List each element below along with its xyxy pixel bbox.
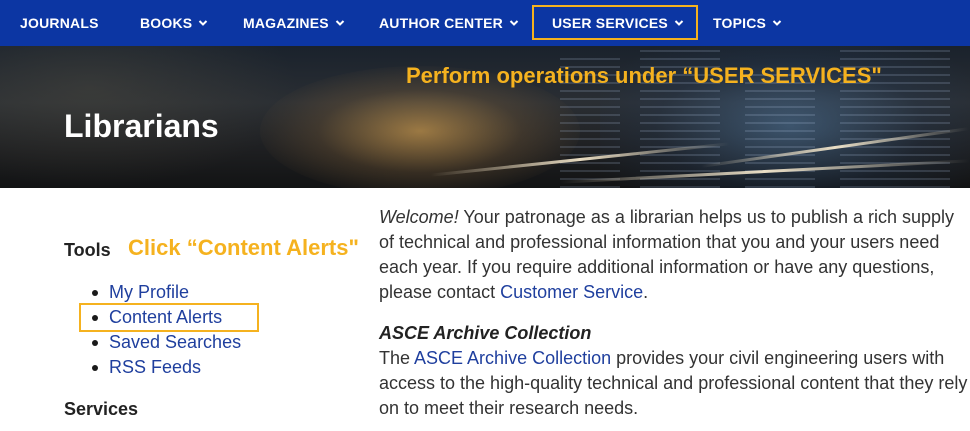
services-heading: Services [64, 399, 139, 419]
bullet-icon [92, 340, 98, 346]
tools-list: My Profile Content Alerts Saved Searches… [92, 282, 241, 382]
welcome-text: Welcome! [379, 207, 459, 227]
click-instruction-annotation: Click “Content Alerts" [128, 235, 359, 260]
bullet-icon [92, 290, 98, 296]
chevron-down-icon [335, 18, 345, 28]
nav-magazines-label: MAGAZINES [243, 15, 329, 31]
intro-paragraph: Welcome! Your patronage as a librarian h… [379, 205, 970, 305]
nav-author-center[interactable]: AUTHOR CENTER [379, 0, 519, 46]
customer-service-link[interactable]: Customer Service [500, 282, 643, 302]
nav-topics[interactable]: TOPICS [713, 0, 782, 46]
tool-saved-searches-label: Saved Searches [109, 332, 242, 352]
chevron-down-icon [198, 18, 208, 28]
tools-heading: Tools [64, 240, 111, 260]
archive-paragraph: The ASCE Archive Collection provides you… [379, 346, 970, 421]
main-content: Welcome! Your patronage as a librarian h… [379, 205, 970, 421]
nav-books[interactable]: BOOKS [140, 0, 208, 46]
tool-rss-feeds-label: RSS Feeds [109, 357, 202, 377]
tool-rss-feeds[interactable]: RSS Feeds [92, 357, 241, 382]
top-nav-bar: JOURNALS BOOKS MAGAZINES AUTHOR CENTER U… [0, 0, 970, 46]
chevron-down-icon [772, 18, 782, 28]
nav-journals[interactable]: JOURNALS [20, 0, 99, 46]
tool-my-profile-label: My Profile [109, 282, 190, 302]
archive-pre: The [379, 348, 415, 368]
content-alerts-highlight-box [79, 303, 259, 332]
intro-text: Your patronage as a librarian helps us t… [379, 207, 955, 302]
archive-collection-link[interactable]: ASCE Archive Collection [414, 348, 611, 368]
user-services-highlight-box [532, 5, 698, 40]
chevron-down-icon [509, 18, 519, 28]
bullet-icon [92, 365, 98, 371]
tool-saved-searches[interactable]: Saved Searches [92, 332, 241, 357]
instruction-annotation: Perform operations under “USER SERVICES" [406, 63, 882, 88]
page-title: Librarians [64, 108, 219, 144]
intro-end: . [643, 282, 649, 302]
nav-books-label: BOOKS [140, 15, 193, 31]
nav-journals-label: JOURNALS [20, 15, 99, 31]
archive-heading: ASCE Archive Collection [379, 323, 592, 343]
hero-banner: Librarians Perform operations under “USE… [0, 46, 970, 188]
nav-magazines[interactable]: MAGAZINES [243, 0, 345, 46]
nav-author-center-label: AUTHOR CENTER [379, 15, 503, 31]
nav-topics-label: TOPICS [713, 15, 767, 31]
